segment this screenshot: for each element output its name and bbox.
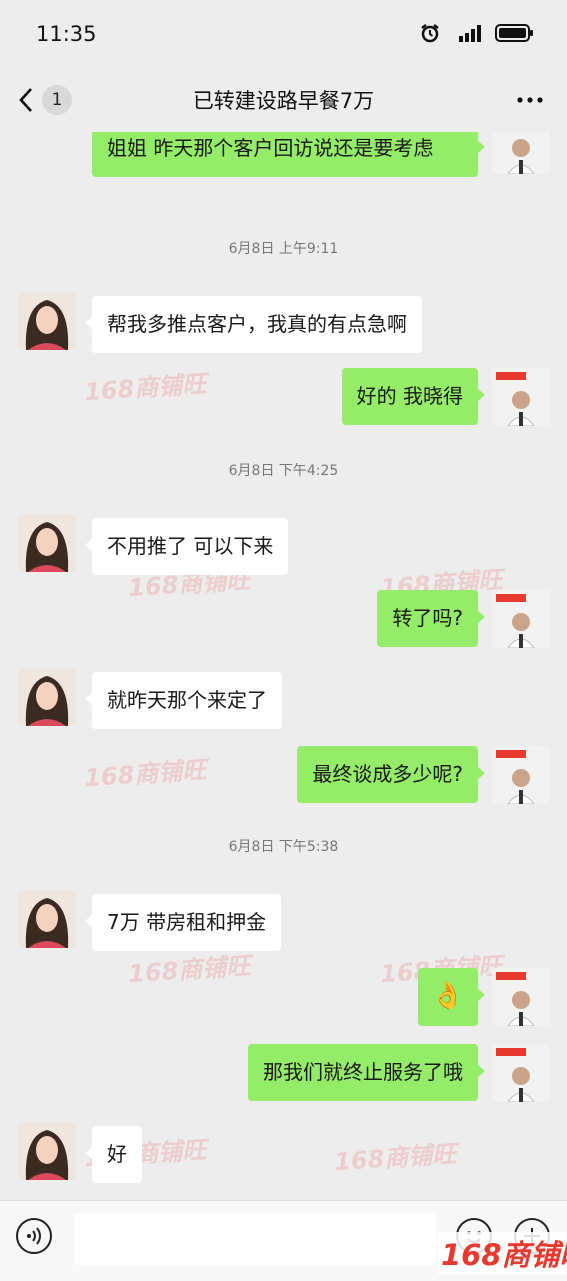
message-text: 就昨天那个来定了 (107, 688, 267, 712)
message-text: 好的 我晓得 (356, 384, 463, 408)
my-avatar[interactable] (492, 132, 550, 174)
my-avatar[interactable] (492, 590, 550, 648)
received-message-bubble[interactable]: 不用推了 可以下来 (84, 518, 289, 575)
received-message-bubble[interactable]: 7万 带房租和押金 (84, 894, 282, 951)
my-avatar[interactable] (492, 968, 550, 1026)
message-timestamp: 6月8日 上午9:11 (228, 241, 339, 257)
received-message-bubble[interactable]: 帮我多推点客户，我真的有点急啊 (85, 296, 422, 353)
watermark: 168商铺旺 (127, 951, 252, 989)
sent-message-bubble[interactable]: 姐姐 昨天那个客户回访说还是要考虑 (92, 132, 485, 177)
my-avatar[interactable] (492, 1044, 550, 1102)
chat-message-list[interactable]: 168商铺旺 168商铺旺 168商铺旺 168商铺旺 168商铺旺 168商铺… (0, 132, 567, 1200)
ok-hand-emoji: 👌 (431, 981, 464, 1011)
status-icons (419, 22, 535, 44)
voice-icon (27, 1227, 41, 1245)
chevron-left-icon (19, 88, 32, 112)
received-message-bubble[interactable]: 就昨天那个来定了 (85, 672, 282, 729)
sent-message-bubble[interactable]: 那我们就终止服务了哦 (248, 1044, 485, 1101)
chat-title: 已转建设路早餐7万 (192, 89, 375, 113)
message-text: 最终谈成多少呢? (312, 762, 463, 786)
sent-message-bubble[interactable]: 最终谈成多少呢? (297, 746, 485, 803)
more-dots-icon[interactable] (515, 86, 545, 114)
status-bar: 11:35 (0, 0, 567, 68)
message-text: 转了吗? (392, 606, 463, 630)
sent-message-bubble[interactable]: 好的 我晓得 (341, 368, 486, 425)
message-timestamp: 6月8日 下午5:38 (228, 839, 339, 855)
back-button[interactable]: 1 (18, 82, 88, 118)
contact-avatar[interactable] (18, 890, 76, 948)
message-text: 姐姐 昨天那个客户回访说还是要考虑 (107, 136, 434, 160)
voice-button[interactable] (16, 1218, 52, 1254)
signal-icon (459, 25, 481, 42)
unread-count-badge: 1 (42, 85, 72, 115)
my-avatar[interactable] (492, 746, 550, 804)
status-time: 11:35 (36, 22, 97, 46)
watermark-logo: 168商铺旺 (438, 1232, 567, 1274)
watermark: 168商铺旺 (83, 755, 208, 793)
chat-header: 1 已转建设路早餐7万 (0, 68, 567, 132)
message-text: 那我们就终止服务了哦 (263, 1060, 463, 1084)
contact-avatar[interactable] (18, 1122, 76, 1180)
message-timestamp: 6月8日 下午4:25 (228, 463, 339, 479)
message-text: 不用推了 可以下来 (107, 534, 274, 558)
watermark: 168商铺旺 (333, 1139, 458, 1177)
received-message-bubble[interactable]: 好 (85, 1126, 142, 1183)
message-text: 好 (107, 1142, 127, 1166)
alarm-icon (421, 24, 439, 43)
watermark: 168商铺旺 (83, 369, 208, 407)
my-avatar[interactable] (492, 368, 550, 426)
battery-icon (495, 24, 533, 42)
sent-emoji-bubble[interactable]: 👌 (417, 968, 486, 1026)
contact-avatar[interactable] (18, 668, 76, 726)
message-input[interactable] (74, 1213, 436, 1265)
sent-message-bubble[interactable]: 转了吗? (377, 590, 485, 647)
contact-avatar[interactable] (18, 292, 76, 350)
message-text: 7万 带房租和押金 (107, 910, 267, 934)
contact-avatar[interactable] (18, 514, 76, 572)
message-text: 帮我多推点客户，我真的有点急啊 (107, 312, 407, 336)
